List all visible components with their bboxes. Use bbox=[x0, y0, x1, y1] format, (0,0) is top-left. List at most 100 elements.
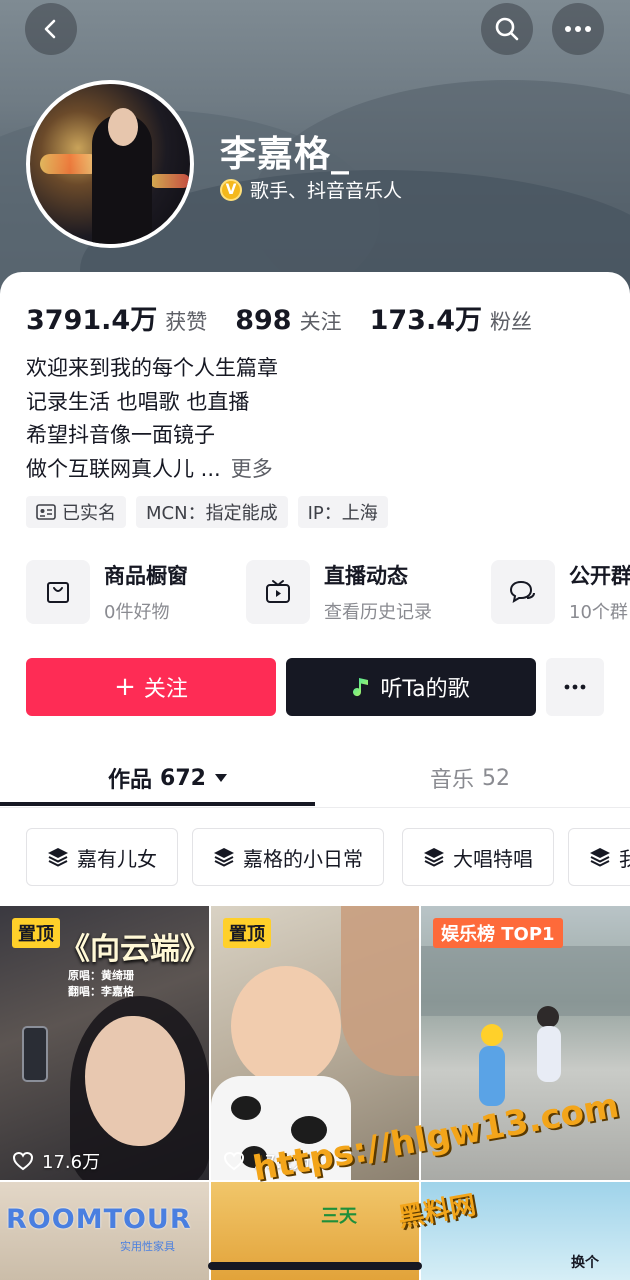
stat-label: 粉丝 bbox=[489, 310, 532, 334]
thumb-figure bbox=[481, 1024, 503, 1046]
listen-songs-button[interactable]: 听Ta的歌 bbox=[286, 658, 536, 716]
credit-line: 翻唱：李嘉格 bbox=[68, 985, 134, 998]
more-actions-button[interactable] bbox=[546, 658, 604, 716]
verified-badge-icon: V bbox=[220, 178, 242, 201]
bio-line: 欢迎来到我的每个人生篇章 bbox=[26, 356, 278, 380]
service-icon-box bbox=[246, 560, 310, 624]
tag-real-name: 已实名 bbox=[26, 496, 126, 528]
collection-chip[interactable]: 我 bbox=[568, 828, 630, 886]
layers-icon bbox=[214, 848, 234, 867]
service-text: 商品橱窗 0件好物 bbox=[104, 560, 188, 624]
service-title: 商品橱窗 bbox=[104, 564, 188, 588]
follow-label: 关注 bbox=[143, 677, 188, 702]
stat-following[interactable]: 898 关注 bbox=[235, 305, 341, 336]
video-caption: 换个 bbox=[571, 1255, 599, 1271]
ranking-badge: 娱乐榜 TOP1 bbox=[433, 918, 563, 948]
service-subtitle: 0件好物 bbox=[104, 602, 170, 623]
plus-icon: + bbox=[114, 672, 136, 702]
profile-name: 李嘉格_ bbox=[220, 134, 351, 175]
tab-music[interactable]: 音乐 52 bbox=[430, 762, 510, 794]
music-note-icon bbox=[353, 678, 369, 697]
thumb-figure bbox=[537, 1006, 559, 1028]
services-row: 商品橱窗 0件好物 直播动态 查看历史记录 公开群 10个群 bbox=[26, 560, 630, 626]
service-icon-box bbox=[26, 560, 90, 624]
heart-icon bbox=[223, 1151, 245, 1171]
video-grid: 《向云端》 原唱：黄绮珊 翻唱：李嘉格 置顶 17.6万 置顶 17.2万 娱乐… bbox=[0, 906, 630, 1280]
service-live[interactable]: 直播动态 查看历史记录 bbox=[246, 560, 432, 624]
listen-label: 听Ta的歌 bbox=[380, 677, 470, 702]
outfit-spot bbox=[231, 1096, 261, 1120]
video-credit: 原唱：黄绮珊 翻唱：李嘉格 bbox=[68, 968, 134, 1000]
layers-icon bbox=[590, 848, 610, 867]
tab-works[interactable]: 作品 672 bbox=[108, 762, 228, 794]
bio-more-link[interactable]: 更多 bbox=[231, 457, 273, 481]
caret-down-icon bbox=[214, 774, 227, 782]
stat-value: 3791.4万 bbox=[26, 305, 158, 336]
more-horizontal-icon bbox=[564, 684, 586, 690]
stat-followers[interactable]: 173.4万 粉丝 bbox=[370, 298, 532, 337]
tag-label: 已实名 bbox=[62, 503, 116, 524]
thumb-phone bbox=[22, 1026, 48, 1082]
tag-mcn[interactable]: MCN：指定能成 bbox=[136, 496, 288, 528]
follow-button[interactable]: + 关注 bbox=[26, 658, 276, 716]
tag-ip: IP：上海 bbox=[297, 496, 388, 528]
stat-label: 关注 bbox=[299, 310, 342, 334]
service-title: 公开群 bbox=[569, 564, 630, 588]
bio-line: 希望抖音像一面镜子 bbox=[26, 423, 215, 447]
more-horizontal-icon bbox=[565, 26, 591, 32]
profile-tags: 已实名 MCN：指定能成 IP：上海 bbox=[26, 496, 388, 528]
video-subtitle: 实用性家具 bbox=[120, 1240, 175, 1253]
video-thumbnail[interactable]: ROOMTOUR 实用性家具 bbox=[0, 1182, 209, 1280]
id-card-icon bbox=[36, 504, 56, 520]
tab-label: 作品 bbox=[108, 768, 153, 793]
stat-value: 173.4万 bbox=[369, 305, 482, 336]
thumb-baby bbox=[231, 966, 341, 1086]
layers-icon bbox=[424, 848, 444, 867]
active-tab-indicator bbox=[0, 802, 315, 806]
service-subtitle: 10个群 bbox=[569, 602, 628, 623]
service-shop-window[interactable]: 商品橱窗 0件好物 bbox=[26, 560, 188, 624]
service-text: 直播动态 查看历史记录 bbox=[324, 560, 432, 624]
video-title: ROOMTOUR bbox=[6, 1204, 192, 1235]
group-chat-icon bbox=[509, 580, 535, 604]
collection-chip[interactable]: 嘉格的小日常 bbox=[192, 828, 384, 886]
more-button[interactable] bbox=[552, 3, 604, 55]
profile-cover: 李嘉格_ V 歌手、抖音音乐人 bbox=[0, 0, 630, 300]
collection-chip[interactable]: 大唱特唱 bbox=[402, 828, 554, 886]
tag-label: MCN：指定能成 bbox=[146, 503, 278, 524]
video-caption: 三天 bbox=[321, 1206, 357, 1227]
avatar[interactable] bbox=[26, 80, 194, 248]
avatar-bg-lights bbox=[150, 174, 190, 188]
verification-info: V 歌手、抖音音乐人 bbox=[220, 176, 402, 203]
home-indicator[interactable] bbox=[208, 1262, 422, 1270]
tab-label: 音乐 bbox=[430, 768, 475, 793]
bio-line: 记录生活 也唱歌 也直播 bbox=[26, 389, 250, 414]
tag-label: IP：上海 bbox=[307, 503, 378, 524]
service-title: 直播动态 bbox=[324, 564, 408, 588]
pinned-badge: 置顶 bbox=[223, 918, 271, 948]
chevron-left-icon bbox=[44, 19, 56, 39]
service-group[interactable]: 公开群 10个群 bbox=[491, 560, 630, 624]
video-thumbnail[interactable]: 《向云端》 原唱：黄绮珊 翻唱：李嘉格 置顶 17.6万 bbox=[0, 906, 209, 1180]
search-icon bbox=[495, 17, 519, 41]
collection-label: 大唱特唱 bbox=[453, 846, 533, 871]
service-icon-box bbox=[491, 560, 555, 624]
stat-likes[interactable]: 3791.4万 获赞 bbox=[26, 298, 207, 337]
video-likes: 17.6万 bbox=[12, 1148, 100, 1174]
thumb-building bbox=[421, 946, 630, 1016]
credit-line: 原唱：黄绮珊 bbox=[68, 969, 134, 982]
video-title: 《向云端》 bbox=[60, 932, 209, 967]
verification-text: 歌手、抖音音乐人 bbox=[250, 180, 403, 202]
collections-row: 嘉有儿女 嘉格的小日常 大唱特唱 我 bbox=[26, 828, 630, 886]
bio-line: 做个互联网真人儿 ... bbox=[26, 456, 221, 481]
collection-label: 嘉格的小日常 bbox=[243, 846, 363, 871]
search-button[interactable] bbox=[481, 3, 533, 55]
heart-icon bbox=[12, 1151, 34, 1171]
thumb-figure bbox=[341, 906, 419, 1076]
action-row: + 关注 听Ta的歌 bbox=[26, 658, 606, 716]
back-button[interactable] bbox=[25, 3, 77, 55]
collection-chip[interactable]: 嘉有儿女 bbox=[26, 828, 178, 886]
tab-count: 672 bbox=[160, 765, 206, 791]
avatar-face bbox=[108, 108, 138, 146]
bio: 欢迎来到我的每个人生篇章 记录生活 也唱歌 也直播 希望抖音像一面镜子 做个互联… bbox=[26, 352, 278, 486]
